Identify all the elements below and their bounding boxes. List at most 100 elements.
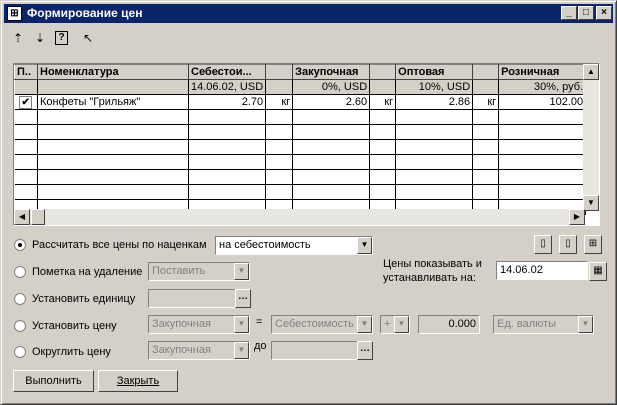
delete-label: Пометка на удаление [32, 266, 143, 278]
calendar-icon[interactable]: ▦ [589, 262, 607, 281]
table-row[interactable] [14, 184, 587, 200]
price-label: Установить цену [32, 320, 117, 332]
cell-unit2[interactable]: кг [369, 94, 397, 110]
scroll-thumb[interactable] [31, 209, 45, 225]
currency-select[interactable]: Ед. валюты ▼ [493, 315, 594, 334]
col-header-name[interactable]: Номенклатура [37, 64, 189, 80]
arrow-up-icon[interactable]: ⇡ [9, 29, 27, 47]
subheader-cell [369, 79, 397, 95]
price-op-select[interactable]: + ▼ [380, 315, 410, 334]
horizontal-scrollbar[interactable]: ◀ ▶ [14, 209, 585, 225]
cursor-help-icon[interactable]: ↖ [79, 29, 97, 47]
delete-radio[interactable] [14, 266, 26, 278]
col-header-cost[interactable]: Себестои... [187, 64, 267, 80]
table-row[interactable]: ✔ Конфеты "Грильяж" 2.70 кг 2.60 кг 2.86… [14, 94, 587, 110]
scroll-left-icon[interactable]: ◀ [14, 209, 30, 225]
recalc-radio[interactable] [14, 239, 26, 251]
title-bar: ⊞ Формирование цен _ □ × [4, 4, 613, 23]
close-button[interactable]: Закрыть [98, 370, 178, 392]
window-title: Формирование цен [27, 6, 143, 20]
chevron-down-icon[interactable]: ▼ [234, 316, 249, 333]
cell-cost[interactable]: 2.70 [188, 94, 267, 110]
execute-button[interactable]: Выполнить [13, 370, 94, 392]
price-type-value: Закупочная [152, 318, 211, 330]
dates-label-line2: устанавливать на: [383, 272, 476, 284]
price-grid: П.. Номенклатура Себестои... Закупочная … [13, 63, 600, 226]
subheader-cell [265, 79, 294, 95]
table-row[interactable] [14, 124, 587, 140]
help-icon[interactable]: ? [55, 31, 68, 45]
round-to-label: до [254, 340, 267, 352]
chevron-down-icon[interactable]: ▼ [234, 342, 249, 359]
cell-retail[interactable]: 102.00 [498, 94, 587, 110]
price-base-select[interactable]: Себестоимость ▼ [271, 315, 373, 334]
calc-icon-button[interactable]: ▯ [534, 235, 552, 254]
recalc-label: Рассчитать все цены по наценкам [32, 239, 207, 251]
col-header-unit3[interactable] [472, 64, 500, 80]
subheader-retail: 30%, руб. [498, 79, 587, 95]
currency-value: Ед. валюты [497, 318, 557, 330]
round-select-button[interactable]: … [357, 341, 373, 360]
cell-unit1[interactable]: кг [265, 94, 294, 110]
grid-header-row: П.. Номенклатура Себестои... Закупочная … [14, 64, 587, 80]
col-header-unit2[interactable] [369, 64, 397, 80]
delete-select[interactable]: Поставить ▼ [148, 262, 250, 281]
close-window-button[interactable]: × [596, 6, 612, 20]
scroll-down-icon[interactable]: ▼ [583, 195, 599, 211]
col-header-mark[interactable]: П.. [14, 64, 38, 80]
subheader-cost: 14.06.02, USD [188, 79, 267, 95]
row-checkbox-cell[interactable]: ✔ [14, 94, 38, 110]
table-row[interactable] [14, 109, 587, 125]
minimize-button[interactable]: _ [561, 6, 577, 20]
pricing-window: ⊞ Формирование цен _ □ × ⇡ ⇣ ? ↖ П.. Ном… [0, 0, 617, 405]
cell-purchase[interactable]: 2.60 [292, 94, 371, 110]
table-row[interactable] [14, 139, 587, 155]
unit-radio[interactable] [14, 293, 26, 305]
scroll-up-icon[interactable]: ▲ [583, 64, 599, 80]
cell-wholesale[interactable]: 2.86 [395, 94, 474, 110]
round-type-value: Закупочная [152, 344, 211, 356]
chevron-down-icon[interactable]: ▼ [357, 237, 372, 254]
row-checkbox[interactable]: ✔ [19, 95, 33, 109]
round-value-input[interactable] [271, 341, 359, 360]
unit-label: Установить единицу [32, 293, 136, 305]
subheader-cell [37, 79, 189, 95]
vertical-scrollbar[interactable]: ▲ ▼ [583, 64, 599, 211]
delete-select-value: Поставить [152, 265, 206, 277]
price-radio[interactable] [14, 320, 26, 332]
chevron-down-icon[interactable]: ▼ [578, 316, 593, 333]
subheader-purchase: 0%, USD [292, 79, 371, 95]
cell-name[interactable]: Конфеты "Грильяж" [37, 94, 189, 110]
price-type-select[interactable]: Закупочная ▼ [148, 315, 250, 334]
split-icon-button[interactable]: ▯ [559, 235, 577, 254]
col-header-purchase[interactable]: Закупочная [292, 64, 371, 80]
col-header-unit1[interactable] [265, 64, 294, 80]
date-input[interactable]: 14.06.02 [496, 261, 588, 280]
round-radio[interactable] [14, 346, 26, 358]
recalc-select[interactable]: на себестоимость ▼ [215, 236, 373, 255]
grid-icon: ⊞ [7, 6, 22, 21]
grid-view-button[interactable]: ⊞ [584, 235, 602, 254]
maximize-button[interactable]: □ [578, 6, 594, 20]
subheader-wholesale: 10%, USD [395, 79, 474, 95]
table-row[interactable] [14, 154, 587, 170]
col-header-wholesale[interactable]: Оптовая [395, 64, 474, 80]
cell-unit3[interactable]: кг [472, 94, 500, 110]
scroll-right-icon[interactable]: ▶ [569, 209, 585, 225]
round-type-select[interactable]: Закупочная ▼ [148, 341, 250, 360]
price-op-value: + [384, 318, 391, 330]
chevron-down-icon[interactable]: ▼ [357, 316, 372, 333]
unit-select-button[interactable]: … [235, 289, 251, 308]
price-base-value: Себестоимость [275, 318, 354, 330]
grid-subheader-row: 14.06.02, USD 0%, USD 10%, USD 30%, руб. [14, 79, 587, 95]
subheader-cell [14, 79, 38, 95]
col-header-retail[interactable]: Розничная [498, 64, 587, 80]
table-row[interactable] [14, 169, 587, 185]
subheader-cell [472, 79, 500, 95]
unit-input[interactable] [148, 289, 236, 308]
price-value-input[interactable]: 0.000 [418, 315, 480, 334]
chevron-down-icon[interactable]: ▼ [394, 316, 409, 333]
arrow-down-icon[interactable]: ⇣ [31, 29, 49, 47]
equals-sign: = [256, 316, 263, 328]
chevron-down-icon[interactable]: ▼ [234, 263, 249, 280]
